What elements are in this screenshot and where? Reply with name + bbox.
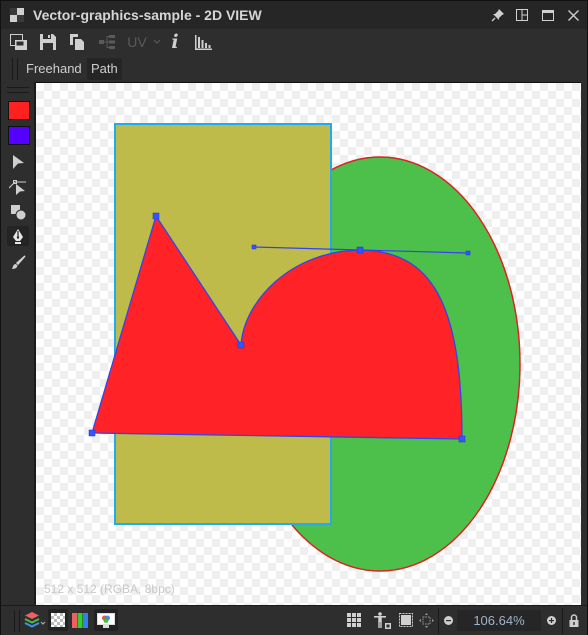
pose-icon	[374, 611, 391, 629]
zoom-in-button[interactable]	[544, 609, 558, 631]
histogram-icon	[194, 34, 212, 50]
handle-point-left[interactable]	[251, 244, 257, 250]
brush-tool-button[interactable]	[7, 252, 29, 272]
share-icon	[99, 35, 115, 49]
maximize-button[interactable]	[539, 6, 557, 24]
direct-select-tool-button[interactable]	[7, 177, 29, 197]
zoom-out-button[interactable]	[441, 609, 455, 631]
info-button[interactable]: i	[168, 31, 182, 53]
arrow-pointer-icon	[13, 155, 24, 169]
export-view-icon	[10, 33, 27, 50]
uv-label: UV	[127, 34, 147, 50]
window-title: Vector-graphics-sample - 2D VIEW	[33, 7, 262, 23]
grid-button[interactable]	[345, 609, 363, 631]
pen-tool-button[interactable]	[7, 226, 29, 246]
maximize-icon	[542, 9, 554, 21]
mode-bar: Freehand Path	[1, 55, 587, 82]
window: Vector-graphics-sample - 2D VIEW UV i Fr…	[0, 0, 588, 635]
secondary-color-swatch[interactable]	[8, 126, 30, 145]
shapes-tool-button[interactable]	[7, 202, 29, 222]
anchor-point-bottom-right[interactable]	[458, 435, 466, 443]
close-icon	[567, 9, 579, 21]
anchor-point-peak[interactable]	[152, 212, 160, 220]
vector-scene	[88, 123, 521, 572]
grid-icon	[347, 613, 361, 627]
layout-button[interactable]	[513, 6, 531, 24]
tool-sidebar	[1, 82, 36, 604]
divider	[562, 608, 563, 634]
center-icon	[418, 612, 434, 628]
center-button[interactable]	[417, 609, 435, 631]
zoom-level-field[interactable]: 106.64%	[457, 610, 541, 631]
display-button[interactable]	[94, 609, 118, 631]
uv-dropdown[interactable]: UV	[126, 32, 162, 52]
status-bar: 106.64%	[1, 605, 587, 635]
canvas-info-label: 512 x 512 (RGBA, 8bpc)	[44, 582, 175, 596]
anchor-point-bottom-left[interactable]	[88, 429, 96, 437]
tab-freehand[interactable]: Freehand	[22, 58, 86, 80]
divider	[438, 608, 439, 634]
transparency-icon	[51, 613, 65, 627]
drag-handle[interactable]	[7, 87, 29, 93]
canvas-viewport[interactable]: 512 x 512 (RGBA, 8bpc)	[36, 82, 581, 605]
export-view-button[interactable]	[9, 32, 29, 52]
anchor-point-arc-top[interactable]	[356, 246, 364, 254]
checker-icon	[10, 8, 24, 22]
copy-button[interactable]	[68, 32, 86, 52]
direct-select-icon	[9, 180, 26, 195]
copy-icon	[69, 34, 84, 50]
drag-handle[interactable]	[14, 610, 20, 632]
toolbar: UV i	[1, 29, 587, 55]
histogram-button[interactable]	[194, 32, 212, 52]
share-button[interactable]	[98, 32, 116, 52]
display-icon	[97, 612, 115, 628]
pen-nib-icon	[13, 229, 23, 244]
handle-point-right[interactable]	[465, 250, 471, 256]
info-icon: i	[171, 31, 179, 53]
transparency-button[interactable]	[48, 609, 68, 631]
zoom-in-icon	[546, 615, 556, 625]
close-button[interactable]	[564, 6, 582, 24]
brush-icon	[11, 254, 26, 269]
pin-button[interactable]	[489, 6, 507, 24]
layers-icon	[24, 612, 46, 628]
lock-icon	[569, 613, 579, 627]
pose-button[interactable]	[373, 609, 393, 631]
rgb-channels-button[interactable]	[71, 609, 89, 631]
pin-icon	[491, 9, 504, 22]
fit-button[interactable]	[397, 609, 415, 631]
title-bar: Vector-graphics-sample - 2D VIEW	[1, 1, 587, 29]
rgb-channels-icon	[72, 612, 88, 628]
lock-button[interactable]	[566, 609, 582, 631]
layout-icon	[516, 9, 528, 21]
select-tool-button[interactable]	[7, 152, 29, 172]
save-icon	[40, 34, 56, 50]
fit-icon	[399, 613, 413, 627]
tab-path[interactable]: Path	[87, 58, 122, 80]
drag-handle[interactable]	[12, 58, 18, 80]
chevron-down-icon	[153, 39, 161, 44]
save-button[interactable]	[39, 32, 57, 52]
zoom-out-icon	[443, 615, 453, 625]
shapes-icon	[11, 205, 26, 220]
anchor-point-notch[interactable]	[237, 341, 245, 349]
layers-button[interactable]	[24, 609, 46, 631]
primary-color-swatch[interactable]	[8, 101, 30, 120]
